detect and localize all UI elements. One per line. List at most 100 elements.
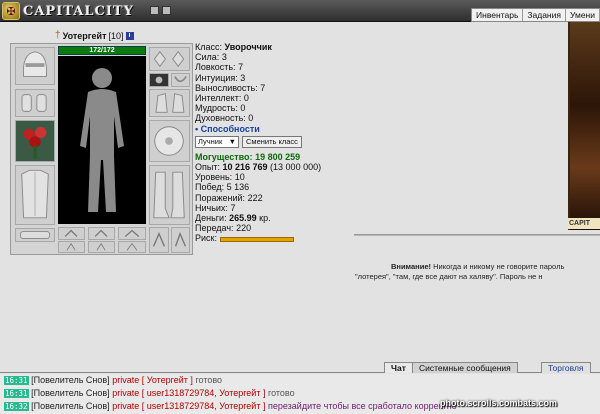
message-text: готово [195,375,223,385]
chat-icon[interactable] [162,6,171,15]
earrings-slot[interactable] [149,47,190,71]
armor-slot[interactable] [15,165,55,225]
rune-slot-2[interactable] [88,241,115,253]
power-value: 19 800 259 [255,151,301,162]
message-text: перезайдите чтобы все сработало корректн… [267,401,457,411]
exp-row: Опыт: 10 216 769 (13 000 000) [195,162,322,173]
security-warning: Внимание! Никогда и никому не говорите п… [355,262,565,281]
message-time[interactable]: 16:31 [4,389,29,398]
charm-icon [152,231,166,247]
belt-icon [20,231,50,239]
warning-title: Внимание! [391,262,431,271]
gloves-icon [155,93,185,113]
earrings-icon [153,50,185,68]
message-time[interactable]: 16:32 [4,402,29,411]
tab-trade[interactable]: Торговля [541,362,591,373]
stat-agility: Ловкость: 7 [195,62,244,73]
rune-icon [126,242,138,251]
class-change-row: Лучник ▼ Сменить класс [195,135,355,148]
losses-row: Поражений: 222 [195,192,263,203]
logo-text: CAPITALCITY [23,3,134,19]
character-name[interactable]: Уотергейт [63,31,107,41]
armor-icon [21,169,49,219]
message-recipient[interactable]: private [ user1318729784, Уотергейт ] [112,401,265,411]
game-logo[interactable]: ✠ CAPITALCITY [2,1,134,21]
divider [354,234,600,236]
silhouette-icon [80,68,124,212]
ring-icon [94,229,108,237]
stat-intuition: Интуиция: 3 [195,72,246,83]
helmet-icon [22,51,48,77]
dropdown-arrow-icon: ▼ [228,136,236,146]
nav-inventory[interactable]: Инвентарь [472,9,524,21]
chat-tabs: Чат Системные сообщения Торговля [0,361,600,373]
bracers-icon [21,94,47,112]
rune-icon [96,242,106,251]
stat-strength: Сила: 3 [195,52,227,63]
transfer-row: Передач: 220 [195,223,252,234]
charm-icon [174,231,187,247]
message-sender[interactable]: [Повелитель Снов] [31,375,110,385]
weapon-slot[interactable] [15,120,55,162]
shield-icon [154,126,184,156]
extra-slot-2[interactable] [171,227,190,253]
helmet-slot[interactable] [15,47,55,85]
chat-log[interactable]: 16:31 [Повелитель Снов] private [ Уотерг… [0,374,600,414]
ring-slot-2[interactable] [88,227,115,240]
nav-skills[interactable]: Умени [566,9,600,21]
amulet-slot[interactable] [149,73,169,87]
flower-weapon-icon [23,126,47,160]
rune-icon [66,242,76,251]
stat-intellect: Интеллект: 0 [195,93,249,104]
level-row: Уровень: 10 [195,172,245,183]
wins-row: Побед: 5 136 [195,182,250,193]
message-text: готово [267,388,295,398]
hp-bar: 172/172 [58,46,146,55]
ring-slot-1[interactable] [58,227,85,240]
side-banner-image[interactable] [568,22,600,230]
gloves-slot[interactable] [149,89,190,117]
necklace-icon [174,76,187,83]
cross-icon: † [55,30,61,41]
tab-system-messages[interactable]: Системные сообщения [412,362,518,373]
message-sender[interactable]: [Повелитель Снов] [31,401,110,411]
draws-row: Ничьих: 7 [195,202,236,213]
class-value: Увороччик [224,42,272,52]
extra-slot-1[interactable] [149,227,169,253]
stat-spirituality: Духовность: 0 [195,113,254,124]
nav-quests[interactable]: Задания [523,9,566,21]
message-time[interactable]: 16:31 [4,376,29,385]
power-row: Могущество: 19 800 259 [195,151,301,162]
ring-slot-3[interactable] [118,227,146,240]
character-level: [10] [108,30,124,41]
tab-chat[interactable]: Чат [384,362,413,373]
boots-slot[interactable] [149,165,190,225]
chat-message: 16:31 [Повелитель Снов] private [ Уотерг… [0,374,600,387]
class-row: Класс: Увороччик [195,42,272,52]
rune-slot-1[interactable] [58,241,85,253]
top-bar: ✠ CAPITALCITY Инвентарь Задания Умени [0,0,600,22]
ring-icon [124,229,140,237]
info-icon[interactable]: i [125,31,134,40]
ring-icon [64,229,78,237]
message-recipient[interactable]: private [ Уотергейт ] [112,375,193,385]
top-nav: Инвентарь Задания Умени [471,8,600,22]
message-recipient[interactable]: private [ user1318729784, Уотергейт ] [112,388,265,398]
necklace-slot[interactable] [171,73,190,87]
risk-row: Риск: [195,233,355,243]
amulet-icon [155,76,163,84]
character-header: † Уотергейт [10] i [55,30,134,41]
stat-endurance: Выносливость: 7 [195,82,266,93]
equipment-panel: 172/172 [10,43,193,255]
abilities-link[interactable]: • Способности [195,124,355,134]
character-figure[interactable] [58,56,146,224]
window-icon[interactable] [150,6,159,15]
message-sender[interactable]: [Повелитель Снов] [31,388,110,398]
class-select[interactable]: Лучник ▼ [195,135,239,148]
stat-wisdom: Мудрость: 0 [195,103,246,114]
belt-slot[interactable] [15,228,55,242]
bracers-slot[interactable] [15,89,55,117]
change-class-button[interactable]: Сменить класс [242,135,302,148]
rune-slot-3[interactable] [118,241,146,253]
shield-slot[interactable] [149,120,190,162]
